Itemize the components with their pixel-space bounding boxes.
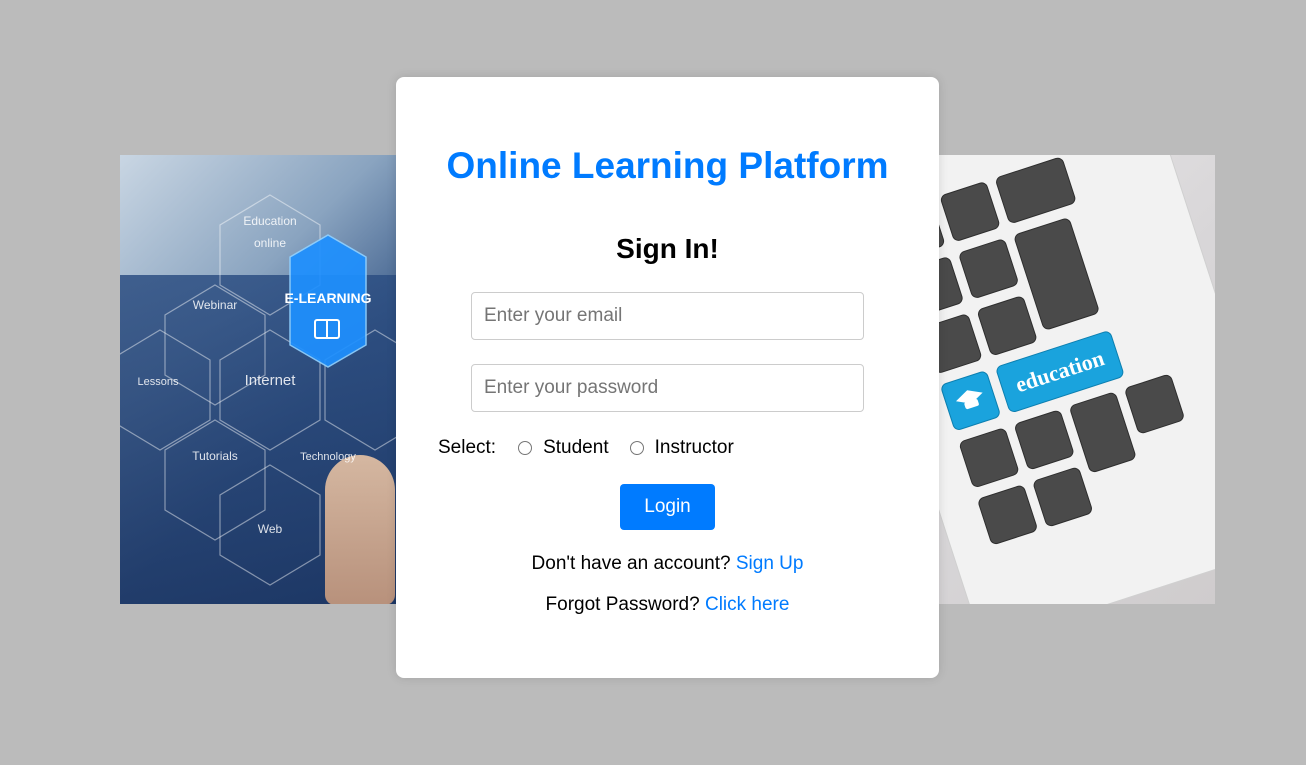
signup-prompt-line: Don't have an account? Sign Up xyxy=(396,553,939,575)
hex-label-online: online xyxy=(254,236,286,250)
hex-label-internet: Internet xyxy=(245,372,297,389)
password-field[interactable] xyxy=(471,364,864,412)
hex-label-tutorials: Tutorials xyxy=(192,449,238,463)
elearning-image: Education online Webinar E-LEARNING Less… xyxy=(120,155,410,604)
hex-label-education: Education xyxy=(243,214,296,228)
student-radio[interactable] xyxy=(518,441,533,455)
hex-label-lessons: Lessons xyxy=(138,376,179,388)
login-card: Online Learning Platform Sign In! Select… xyxy=(396,77,939,678)
forgot-password-link[interactable]: Click here xyxy=(705,594,789,615)
forgot-prompt: Forgot Password? xyxy=(545,594,700,615)
page-title: Online Learning Platform xyxy=(446,145,889,186)
role-option-instructor[interactable]: Instructor xyxy=(629,437,734,459)
hex-label-elearning: E-LEARNING xyxy=(284,290,371,306)
hexagon-network: Education online Webinar E-LEARNING Less… xyxy=(120,194,410,586)
role-selector: Select: Student Instructor xyxy=(438,435,755,461)
forgot-password-line: Forgot Password? Click here xyxy=(396,594,939,616)
instructor-radio[interactable] xyxy=(629,441,644,455)
login-button[interactable]: Login xyxy=(620,484,715,530)
role-label: Select: xyxy=(438,437,497,458)
signup-prompt: Don't have an account? xyxy=(531,553,731,574)
page: Education online Webinar E-LEARNING Less… xyxy=(0,0,1306,765)
role-option-student[interactable]: Student xyxy=(518,437,609,459)
keyboard-keys: education xyxy=(925,155,1215,604)
keyboard-image: education xyxy=(925,155,1215,604)
signup-link[interactable]: Sign Up xyxy=(736,553,804,574)
sign-in-heading: Sign In! xyxy=(616,233,719,264)
student-label: Student xyxy=(543,437,609,458)
instructor-label: Instructor xyxy=(654,437,734,458)
hex-label-webinar: Webinar xyxy=(193,298,237,312)
email-field[interactable] xyxy=(471,292,864,340)
hex-label-technology: Technology xyxy=(300,451,356,463)
hex-label-web: Web xyxy=(258,522,283,536)
